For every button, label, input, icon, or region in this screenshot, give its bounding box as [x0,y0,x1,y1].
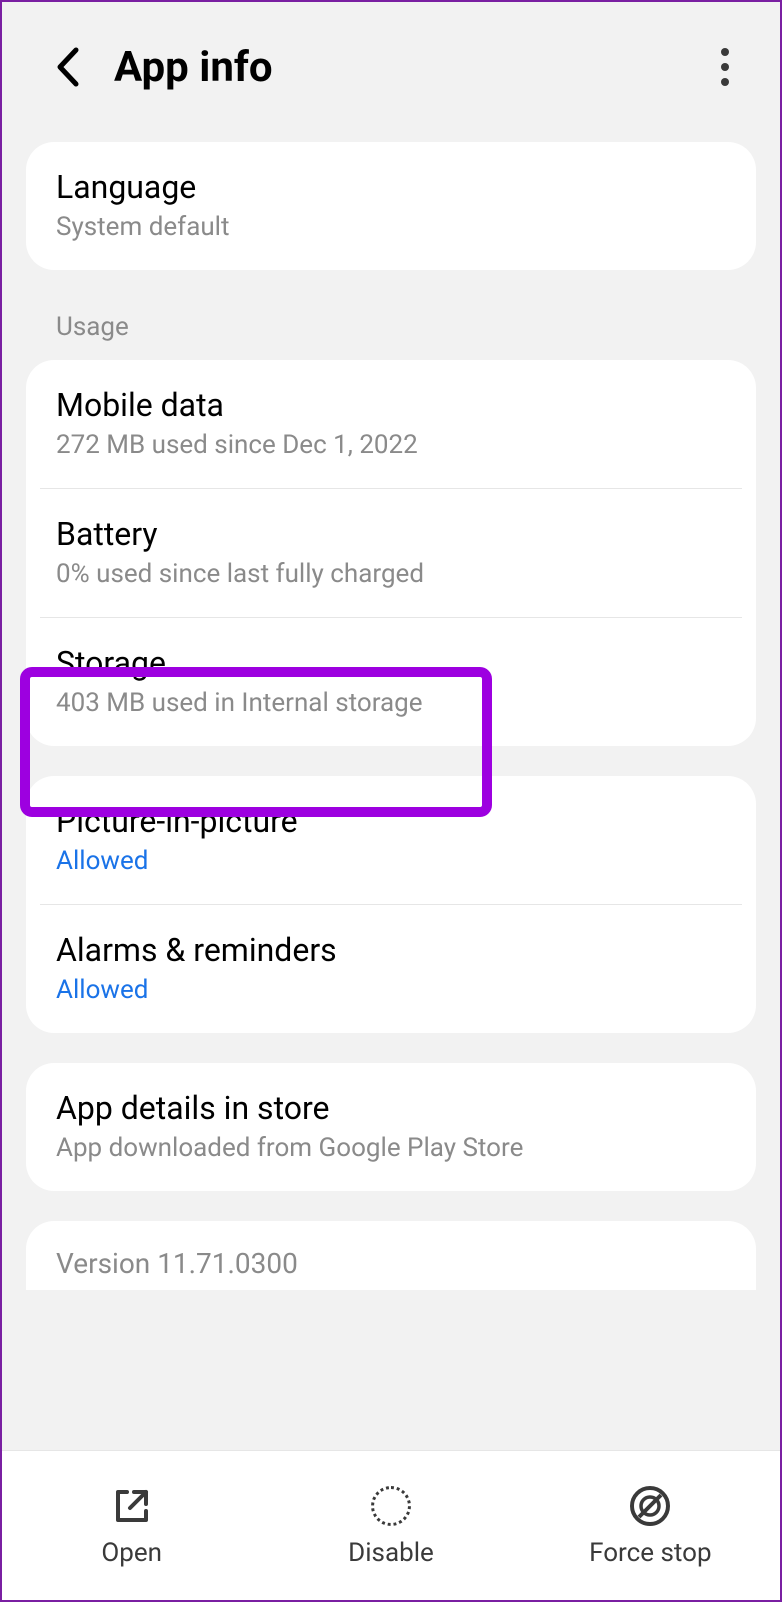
alarms-row[interactable]: Alarms & reminders Allowed [26,905,756,1033]
disable-icon [371,1486,411,1526]
store-row[interactable]: App details in store App downloaded from… [26,1063,756,1191]
language-row[interactable]: Language System default [26,142,756,270]
force-stop-icon [629,1485,671,1527]
battery-sub: 0% used since last fully charged [56,559,726,589]
pip-title: Picture-in-picture [56,802,726,840]
page-title: App info [114,43,700,92]
force-stop-button[interactable]: Force stop [521,1484,780,1568]
pip-sub: Allowed [56,846,726,876]
more-options-button[interactable] [700,42,750,92]
version-card: Version 11.71.0300 [26,1221,756,1290]
bottom-bar: Open Disable Force stop [2,1450,780,1600]
storage-sub: 403 MB used in Internal storage [56,688,726,718]
store-card: App details in store App downloaded from… [26,1063,756,1191]
storage-title: Storage [56,644,726,682]
language-title: Language [56,168,726,206]
usage-card: Mobile data 272 MB used since Dec 1, 202… [26,360,756,746]
disable-button[interactable]: Disable [261,1484,520,1568]
mobile-data-sub: 272 MB used since Dec 1, 2022 [56,430,726,460]
language-card: Language System default [26,142,756,270]
more-vertical-icon [720,47,730,87]
version-text: Version 11.71.0300 [56,1247,726,1280]
open-button[interactable]: Open [2,1484,261,1568]
mobile-data-title: Mobile data [56,386,726,424]
storage-row[interactable]: Storage 403 MB used in Internal storage [26,618,756,746]
usage-section-label: Usage [2,300,780,360]
store-sub: App downloaded from Google Play Store [56,1133,726,1163]
disable-label: Disable [348,1538,434,1568]
header: App info [2,2,780,142]
language-sub: System default [56,212,726,242]
open-icon [112,1486,152,1526]
pip-row[interactable]: Picture-in-picture Allowed [26,776,756,904]
back-button[interactable] [42,42,92,92]
store-title: App details in store [56,1089,726,1127]
alarms-title: Alarms & reminders [56,931,726,969]
open-label: Open [101,1538,162,1568]
alarms-sub: Allowed [56,975,726,1005]
permissions-card: Picture-in-picture Allowed Alarms & remi… [26,776,756,1033]
battery-title: Battery [56,515,726,553]
chevron-left-icon [54,46,80,88]
battery-row[interactable]: Battery 0% used since last fully charged [26,489,756,617]
force-stop-label: Force stop [589,1538,711,1568]
mobile-data-row[interactable]: Mobile data 272 MB used since Dec 1, 202… [26,360,756,488]
